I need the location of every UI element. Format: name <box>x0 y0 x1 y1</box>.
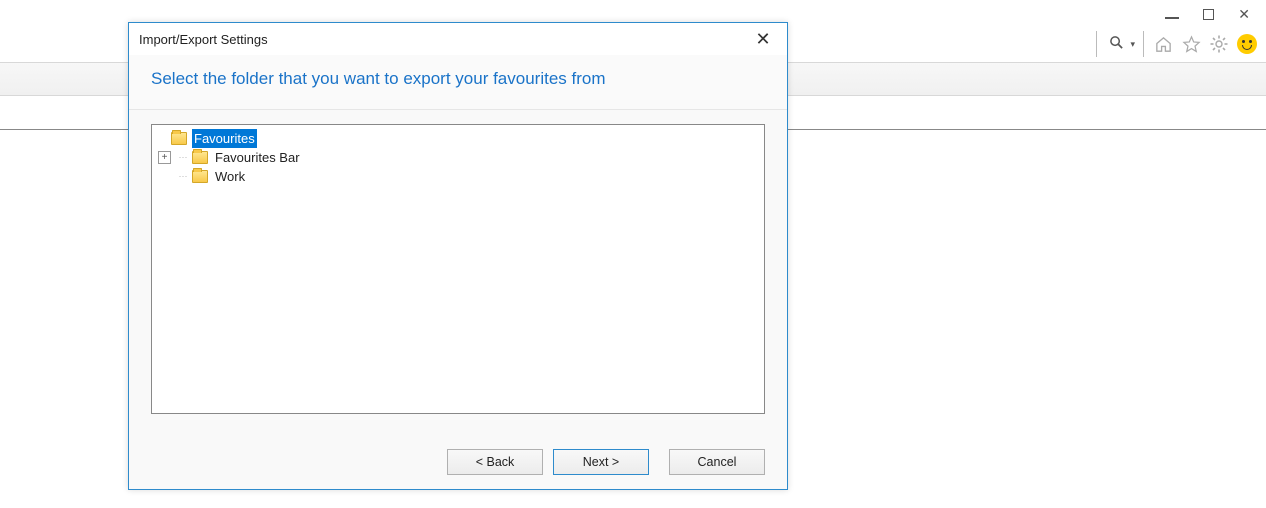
dialog-heading: Select the folder that you want to expor… <box>151 69 765 89</box>
tree-connector-icon: ⋯ <box>175 167 192 186</box>
tree-item-label: Favourites Bar <box>213 148 302 167</box>
tree-item-label: Work <box>213 167 247 186</box>
cancel-button[interactable]: Cancel <box>669 449 765 475</box>
dialog-body: Favourites + ⋯ Favourites Bar ⋯ Work <box>129 110 787 428</box>
window-controls: ✕ <box>1153 2 1262 27</box>
home-icon[interactable] <box>1152 33 1174 55</box>
tree-root-label: Favourites <box>192 129 257 148</box>
minimize-icon[interactable] <box>1165 17 1179 19</box>
folder-icon <box>192 151 208 164</box>
search-icon <box>1109 35 1124 54</box>
chevron-down-icon[interactable]: ▾ <box>1130 39 1135 50</box>
folder-icon <box>171 132 187 145</box>
tree-connector-icon: ⋯ <box>175 148 192 167</box>
gear-icon[interactable] <box>1208 33 1230 55</box>
import-export-dialog: Import/Export Settings ✕ Select the fold… <box>128 22 788 490</box>
dialog-header: Select the folder that you want to expor… <box>129 55 787 110</box>
back-button[interactable]: < Back <box>447 449 543 475</box>
maximize-icon[interactable] <box>1203 9 1214 20</box>
close-icon[interactable]: ✕ <box>749 29 777 50</box>
folder-icon <box>192 170 208 183</box>
tree-item-work[interactable]: ⋯ Work <box>154 167 762 186</box>
toolbar-icons <box>1152 33 1266 55</box>
tree-item-favourites-bar[interactable]: + ⋯ Favourites Bar <box>154 148 762 167</box>
tree-expand-toggle[interactable]: + <box>158 151 171 164</box>
dialog-titlebar: Import/Export Settings ✕ <box>129 23 787 55</box>
dialog-title: Import/Export Settings <box>139 32 268 47</box>
dialog-footer: < Back Next > Cancel <box>447 449 765 475</box>
next-button[interactable]: Next > <box>553 449 649 475</box>
feedback-smiley-icon[interactable] <box>1236 33 1258 55</box>
search-box[interactable]: ▾ <box>1096 31 1144 57</box>
favorites-star-icon[interactable] <box>1180 33 1202 55</box>
folder-tree[interactable]: Favourites + ⋯ Favourites Bar ⋯ Work <box>151 124 765 414</box>
window-close-icon[interactable]: ✕ <box>1238 6 1250 23</box>
tree-root[interactable]: Favourites <box>154 129 762 148</box>
